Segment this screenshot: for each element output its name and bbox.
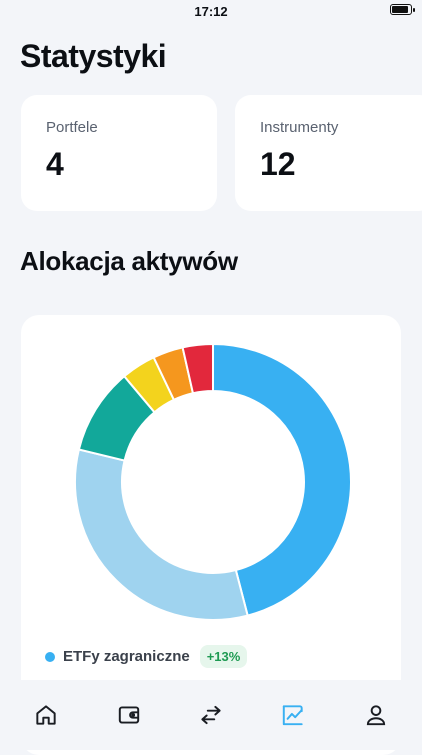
stat-label: Portfele — [46, 119, 98, 136]
stat-label: Instrumenty — [260, 119, 339, 136]
profile-tab[interactable] — [363, 702, 389, 728]
legend-label: ETFy zagraniczne — [63, 648, 190, 665]
stat-card-portfolios[interactable]: Portfele 4 — [21, 95, 217, 211]
chart-icon — [282, 705, 303, 726]
legend-item[interactable]: ETFy zagraniczne +13% — [45, 645, 248, 668]
home-tab[interactable] — [33, 702, 59, 728]
transfer-icon — [201, 705, 221, 725]
wallet-icon — [118, 706, 140, 724]
donut-slice-2[interactable] — [74, 448, 249, 621]
status-time: 17:12 — [194, 4, 228, 19]
person-icon — [366, 705, 386, 726]
transactions-tab[interactable] — [198, 702, 224, 728]
portfolio-tab[interactable] — [116, 702, 142, 728]
stat-value: 12 — [260, 146, 296, 182]
legend-dot — [45, 651, 55, 662]
stat-value: 4 — [46, 146, 64, 182]
statistics-tab[interactable] — [280, 702, 306, 728]
legend-change-badge: +13% — [199, 645, 248, 668]
stat-card-instruments[interactable]: Instrumenty 12 — [235, 95, 422, 211]
status-bar: 17:12 — [0, 0, 422, 24]
tab-bar — [0, 680, 422, 750]
home-icon — [36, 705, 56, 725]
allocation-donut-chart — [74, 342, 352, 621]
section-title-allocation: Alokacja aktywów — [20, 246, 238, 276]
battery-icon — [390, 4, 415, 15]
page-title: Statystyki — [20, 38, 167, 74]
